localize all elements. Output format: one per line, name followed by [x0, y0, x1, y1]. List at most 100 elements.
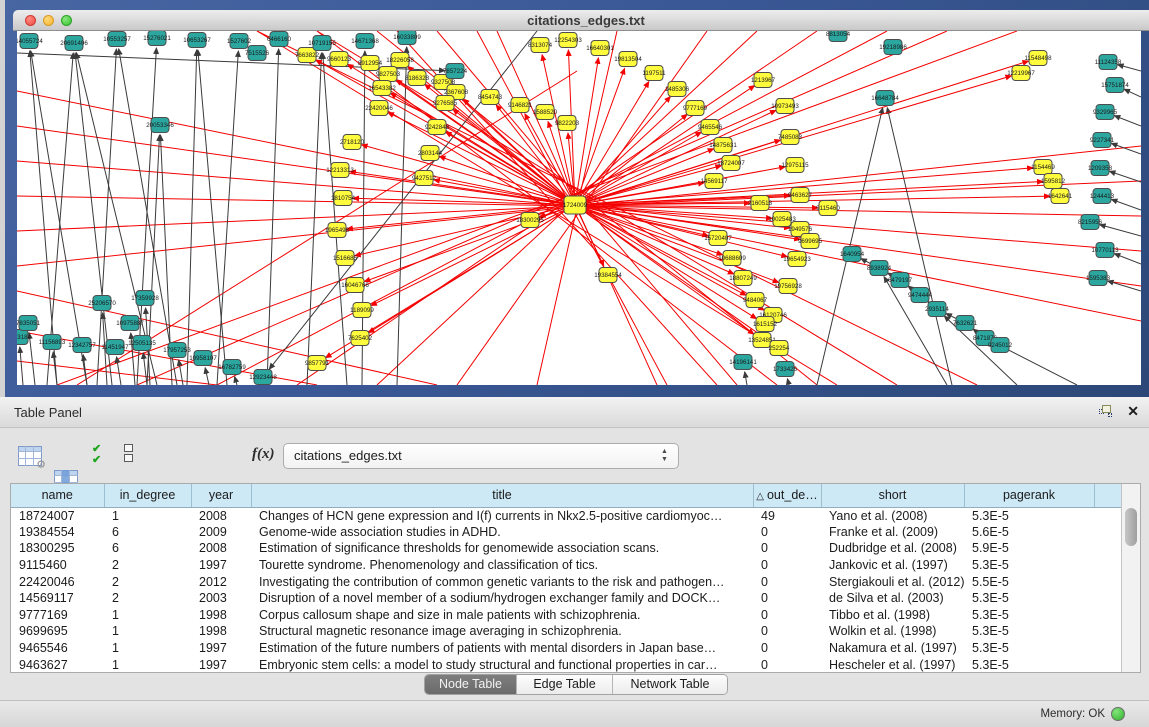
network-node[interactable]: 12342757	[68, 338, 96, 353]
edge-black[interactable]	[217, 51, 238, 385]
table-row[interactable]: 1938455462009Genome-wide association stu…	[11, 524, 1123, 541]
network-node[interactable]: 1516685	[333, 251, 358, 266]
network-node[interactable]: 11451947	[101, 340, 129, 355]
network-node[interactable]: 20691406	[60, 36, 88, 51]
network-node[interactable]: 14569117	[700, 174, 728, 189]
network-node[interactable]: 1640954	[840, 247, 865, 262]
tab-node-table[interactable]: Node Table	[425, 675, 517, 694]
table-row[interactable]: 946554611997Estimation of the future num…	[11, 640, 1123, 657]
network-node[interactable]: 12975115	[781, 158, 809, 173]
network-node[interactable]: 7857224	[443, 64, 468, 79]
network-node[interactable]: 8938924	[867, 261, 892, 276]
network-node[interactable]: 12219967	[1007, 66, 1035, 81]
network-node[interactable]: 15751874	[1101, 78, 1129, 93]
column-header-in_degree[interactable]: in_degree	[104, 484, 191, 507]
close-panel-icon[interactable]: ✕	[1127, 403, 1139, 419]
network-node[interactable]: 1197511	[642, 66, 666, 81]
column-header-year[interactable]: year	[191, 484, 251, 507]
network-node[interactable]: 7632621	[953, 316, 978, 331]
network-node[interactable]: 6479197	[888, 273, 913, 288]
edge-red[interactable]	[575, 149, 714, 205]
network-node[interactable]: 9146821	[508, 98, 533, 113]
network-node[interactable]: 1485306	[665, 82, 690, 97]
network-node[interactable]: 9276585	[433, 96, 458, 111]
edge-black[interactable]	[1108, 281, 1141, 291]
network-node[interactable]: 1588520	[533, 105, 558, 120]
edge-black[interactable]	[143, 353, 147, 385]
network-node[interactable]: 1810754	[331, 191, 356, 206]
network-node[interactable]: 1642641	[1048, 189, 1073, 204]
network-node[interactable]: 7835051	[17, 316, 41, 331]
network-node[interactable]: 11124358	[1095, 55, 1122, 70]
edge-black[interactable]	[1111, 199, 1141, 210]
table-row[interactable]: 1872400712008Changes of HCN gene express…	[11, 507, 1123, 524]
scrollbar-thumb[interactable]	[1125, 508, 1137, 546]
network-node[interactable]: 1595812	[1041, 174, 1066, 189]
network-node[interactable]: 3913184	[17, 330, 32, 345]
network-node[interactable]: 1213967	[751, 73, 776, 88]
table-row[interactable]: 2242004622012Investigating the contribut…	[11, 573, 1123, 590]
network-node[interactable]: 10653267	[183, 33, 211, 48]
network-node[interactable]: 9857791	[305, 356, 330, 371]
network-window-titlebar[interactable]: citations_edges.txt	[13, 10, 1149, 31]
network-node[interactable]: 16640301	[586, 41, 614, 56]
network-node[interactable]: 9227341	[1090, 133, 1115, 148]
network-node[interactable]: 16046766	[341, 278, 369, 293]
edge-black[interactable]	[1100, 225, 1141, 236]
network-node[interactable]: 9822203	[555, 116, 580, 131]
network-node[interactable]: 8454743	[478, 90, 503, 105]
network-node[interactable]: 19654923	[783, 252, 811, 267]
network-node[interactable]: 18226058	[386, 53, 414, 68]
network-node[interactable]: 15276021	[143, 31, 171, 46]
network-node[interactable]: 9699695	[798, 234, 823, 249]
tab-network-table[interactable]: Network Table	[613, 675, 727, 694]
network-node[interactable]: 1733426	[773, 362, 798, 377]
network-node[interactable]: 16543382	[368, 81, 396, 96]
tab-edge-table[interactable]: Edge Table	[517, 675, 613, 694]
network-node[interactable]: 9827503	[376, 67, 401, 82]
table-row[interactable]: 1456911722003Disruption of a novel membe…	[11, 590, 1123, 607]
edge-black[interactable]	[887, 108, 952, 385]
network-node[interactable]: 16033809	[393, 31, 421, 45]
network-node[interactable]: 1189099	[350, 303, 374, 318]
network-node[interactable]: 9329965	[1093, 105, 1118, 120]
network-node[interactable]: 14671368	[351, 34, 379, 49]
network-node[interactable]: 6466160	[267, 32, 292, 47]
edge-black[interactable]	[1124, 89, 1141, 97]
network-node[interactable]: 9427512	[412, 171, 437, 186]
network-node[interactable]: 12254303	[554, 33, 582, 48]
network-node[interactable]: 10688609	[718, 251, 746, 266]
network-node[interactable]: 11548498	[1024, 51, 1052, 66]
network-node[interactable]: 2718120	[340, 135, 365, 150]
network-node[interactable]: 9474444	[908, 288, 933, 303]
network-node[interactable]: 19218986	[879, 40, 907, 55]
network-node[interactable]: 18724007	[717, 156, 745, 171]
network-node[interactable]: 9463627	[788, 188, 813, 203]
network-node[interactable]: 9242848	[425, 120, 450, 135]
table-row[interactable]: 946362711997Embryonic stem cells: a mode…	[11, 656, 1123, 673]
network-node[interactable]: 14196141	[729, 355, 757, 370]
network-node[interactable]: 2803144	[418, 146, 443, 161]
select-rows-icon[interactable]: ✔✔	[92, 444, 101, 466]
column-header-pagerank[interactable]: pagerank	[964, 484, 1094, 507]
network-node[interactable]: 1595383	[1086, 271, 1111, 286]
network-node[interactable]: 1244413	[1090, 189, 1115, 204]
network-node[interactable]: 1154469	[1031, 160, 1055, 175]
edge-black[interactable]	[307, 53, 322, 385]
network-node[interactable]: 1615152	[753, 317, 778, 332]
edge-red[interactable]	[575, 61, 1028, 205]
network-node[interactable]: 9777169	[683, 101, 708, 116]
network-node[interactable]: 11156893	[39, 335, 66, 350]
network-node[interactable]: 10553257	[103, 32, 131, 47]
table-row[interactable]: 911546021997Tourette syndrome. Phenomeno…	[11, 557, 1123, 574]
edge-red[interactable]	[575, 196, 1050, 205]
network-node[interactable]: 9660123	[327, 52, 352, 67]
table-settings-icon[interactable]: ⚙	[18, 444, 44, 468]
edge-black[interactable]	[1114, 116, 1141, 126]
edge-black[interactable]	[323, 53, 347, 385]
edge-black[interactable]	[745, 372, 747, 385]
network-node[interactable]: 10973493	[771, 99, 799, 114]
edge-black[interactable]	[1114, 254, 1141, 264]
row-height-icon[interactable]	[124, 444, 133, 464]
edge-black[interactable]	[787, 379, 789, 385]
